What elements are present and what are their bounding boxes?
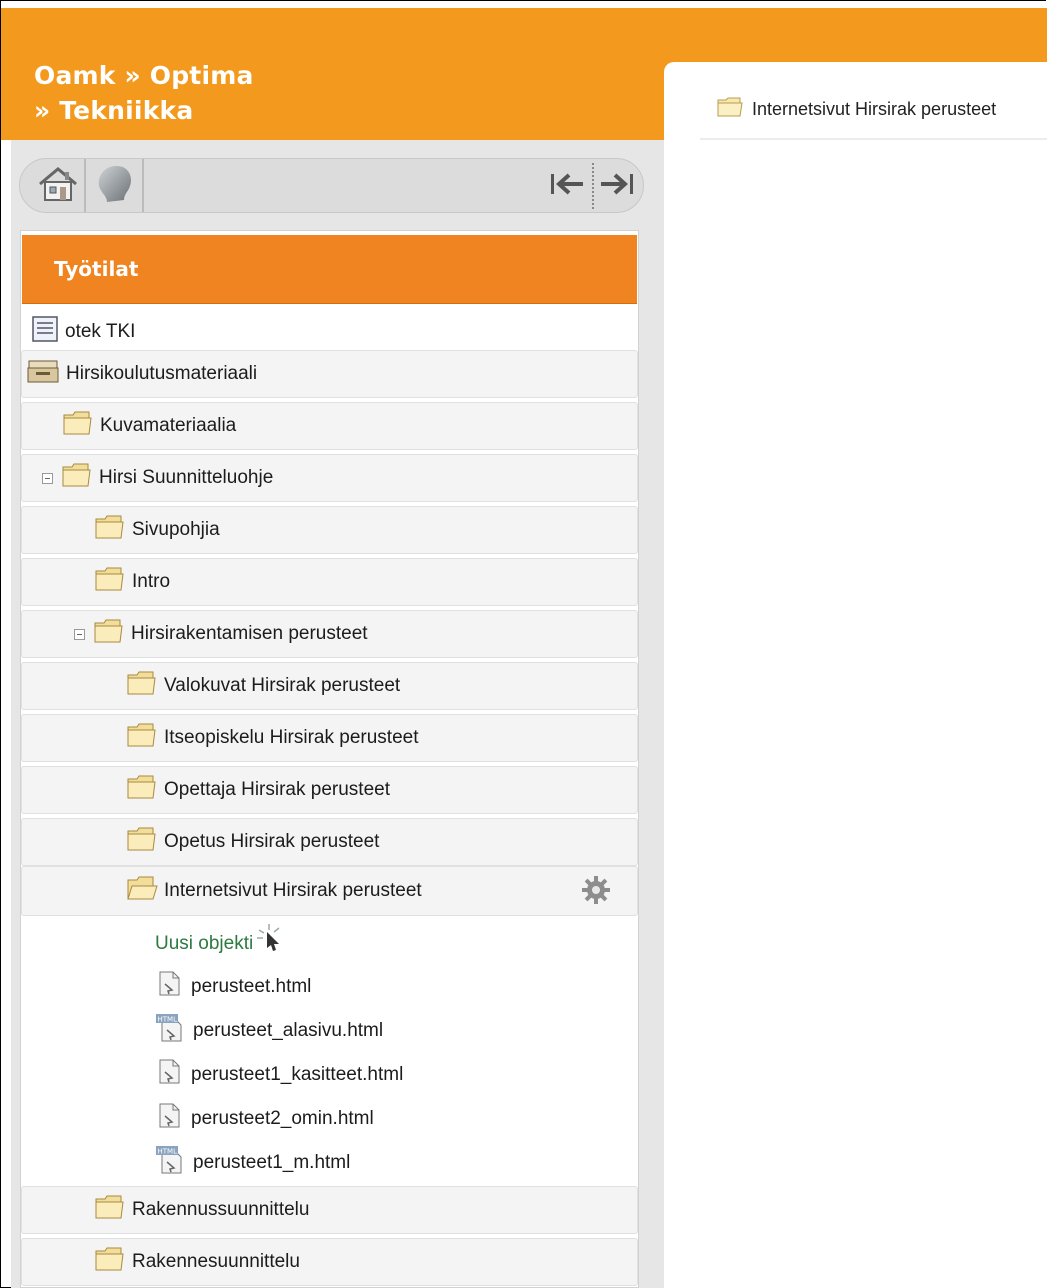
- workspace-panel-title[interactable]: Työtilat: [22, 235, 637, 303]
- profile-head-icon: [91, 162, 137, 211]
- tree-item-label: Itseopiskelu Hirsirak perusteet: [164, 727, 419, 748]
- file-item-label: perusteet.html: [191, 976, 312, 997]
- tree-item-label: Valokuvat Hirsirak perusteet: [164, 675, 401, 696]
- toolbar-divider: [592, 163, 595, 209]
- folder-icon: [716, 95, 744, 124]
- new-object-label: Uusi objekti: [155, 933, 254, 954]
- file-item-label: perusteet2_omin.html: [191, 1108, 374, 1129]
- collapse-sidebar-button[interactable]: [548, 167, 588, 205]
- tree-item-rakennussuunnittelu[interactable]: Rakennussuunnittelu: [21, 1186, 638, 1234]
- tree-item-label: Hirsi Suunnitteluohje: [99, 467, 274, 488]
- html-file-icon: HTML: [155, 1013, 185, 1049]
- file-item-perusteet1-m[interactable]: HTML perusteet1_m.html: [155, 1143, 350, 1183]
- gear-icon[interactable]: [581, 875, 611, 911]
- folder-icon: [62, 409, 94, 443]
- folder-icon: [126, 773, 158, 807]
- folder-icon: [126, 669, 158, 703]
- tree-item-label: Rakennesuunnittelu: [132, 1251, 300, 1272]
- toolbar-divider: [142, 159, 144, 212]
- file-item-perusteet-alasivu[interactable]: HTML perusteet_alasivu.html: [155, 1011, 383, 1051]
- site-title: Oamk » Optima » Tekniikka: [34, 58, 254, 128]
- folder-icon: [94, 513, 126, 547]
- file-icon: [155, 970, 183, 1004]
- svg-text:HTML: HTML: [158, 1016, 178, 1024]
- tree-item-label: Kuvamateriaalia: [100, 415, 237, 436]
- arrow-right-icon: [597, 169, 635, 204]
- tree-item-label: Rakennussuunnittelu: [132, 1199, 310, 1220]
- breadcrumb: Internetsivut Hirsirak perusteet: [700, 80, 1047, 140]
- tree-item-label: Opetus Hirsirak perusteet: [164, 831, 380, 852]
- tree-item-valokuvat[interactable]: Valokuvat Hirsirak perusteet: [21, 662, 638, 710]
- tree-item-sivupohjia[interactable]: Sivupohjia: [21, 506, 638, 554]
- folder-icon: [61, 461, 93, 495]
- tree-item-hirsi-suunnitteluohje[interactable]: Hirsi Suunnitteluohje: [21, 454, 638, 502]
- document-icon: [31, 315, 59, 349]
- site-title-line1[interactable]: Oamk » Optima: [34, 58, 254, 93]
- tree-item-rakennesuunnittelu[interactable]: Rakennesuunnittelu: [21, 1238, 638, 1286]
- tree-item-label: Hirsikoulutusmateriaali: [66, 363, 258, 384]
- folder-open-icon: [126, 874, 158, 908]
- file-item-label: perusteet1_m.html: [193, 1152, 351, 1173]
- svg-text:HTML: HTML: [158, 1148, 178, 1156]
- home-icon: [36, 164, 80, 209]
- cursor-sparkle-icon: [255, 922, 285, 958]
- tree-item-intro[interactable]: Intro: [21, 558, 638, 606]
- tree-item-label: Sivupohjia: [132, 519, 220, 540]
- arrow-left-icon: [549, 169, 587, 204]
- collapse-toggle[interactable]: [74, 628, 85, 640]
- breadcrumb-current[interactable]: Internetsivut Hirsirak perusteet: [752, 99, 996, 120]
- new-object-link[interactable]: Uusi objekti: [155, 924, 285, 964]
- folder-icon: [94, 565, 126, 599]
- content-area: [664, 62, 1047, 1288]
- tree-item-label: Internetsivut Hirsirak perusteet: [164, 880, 422, 901]
- tree-item-hirsikoulutusmateriaali[interactable]: Hirsikoulutusmateriaali: [21, 350, 638, 398]
- file-item-label: perusteet1_kasitteet.html: [191, 1064, 404, 1085]
- tree-item-label: Hirsirakentamisen perusteet: [131, 623, 368, 644]
- folder-icon: [93, 617, 125, 651]
- tree-item-internetsivut[interactable]: Internetsivut Hirsirak perusteet: [21, 866, 638, 916]
- collapse-toggle[interactable]: [42, 472, 53, 484]
- profile-button[interactable]: [88, 161, 140, 211]
- toolbar-divider: [84, 159, 86, 212]
- archive-icon: [26, 357, 60, 391]
- file-item-perusteet2-omin[interactable]: perusteet2_omin.html: [155, 1099, 374, 1139]
- tree-item-hirsirakentamisen-perusteet[interactable]: Hirsirakentamisen perusteet: [21, 610, 638, 658]
- html-file-icon: HTML: [155, 1145, 185, 1181]
- tree-item-label: otek TKI: [65, 321, 136, 342]
- sidebar-toolbar: [19, 158, 644, 213]
- tree-item-label: Intro: [132, 571, 171, 592]
- folder-icon: [126, 721, 158, 755]
- tree-item-kuvamateriaalia[interactable]: Kuvamateriaalia: [21, 402, 638, 450]
- folder-icon: [94, 1193, 126, 1227]
- folder-icon: [94, 1245, 126, 1279]
- file-item-perusteet[interactable]: perusteet.html: [155, 967, 311, 1007]
- file-icon: [155, 1102, 183, 1136]
- site-title-line2[interactable]: » Tekniikka: [34, 93, 254, 128]
- tree-item-otek-tki[interactable]: otek TKI: [21, 308, 638, 356]
- home-button[interactable]: [32, 161, 84, 211]
- tree-item-opettaja[interactable]: Opettaja Hirsirak perusteet: [21, 766, 638, 814]
- file-item-perusteet1-kasitteet[interactable]: perusteet1_kasitteet.html: [155, 1055, 403, 1095]
- tree-item-label: Opettaja Hirsirak perusteet: [164, 779, 390, 800]
- file-icon: [155, 1058, 183, 1092]
- tree-item-itseopiskelu[interactable]: Itseopiskelu Hirsirak perusteet: [21, 714, 638, 762]
- tree-item-opetus[interactable]: Opetus Hirsirak perusteet: [21, 818, 638, 866]
- file-item-label: perusteet_alasivu.html: [193, 1020, 384, 1041]
- expand-sidebar-button[interactable]: [596, 167, 636, 205]
- folder-icon: [126, 825, 158, 859]
